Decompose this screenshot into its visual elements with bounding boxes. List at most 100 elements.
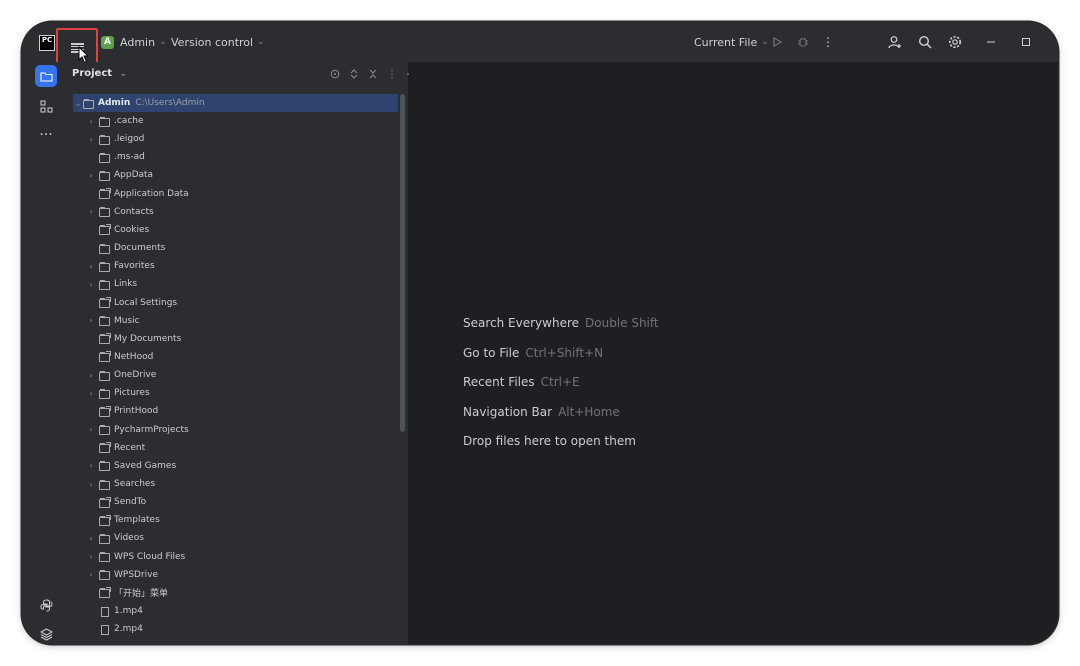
search-icon[interactable] (916, 33, 934, 51)
tree-row-label: Cookies (114, 224, 150, 235)
tree-row[interactable]: › Links (70, 275, 416, 293)
add-user-icon[interactable] (886, 33, 904, 51)
tree-row-label: OneDrive (114, 370, 157, 381)
run-config-selector[interactable]: Current File ⌄ (694, 22, 769, 62)
tree-row-label: Recent (114, 442, 146, 453)
maximize-icon[interactable] (1017, 33, 1035, 51)
more-tools-icon[interactable]: ··· (35, 124, 57, 146)
gear-icon[interactable] (946, 33, 964, 51)
tree-row[interactable]: › .leigod (70, 130, 416, 148)
editor-hint: Drop files here to open them (463, 434, 636, 448)
tree-row-label: Music (114, 315, 140, 326)
tree-row-label: .ms-ad (114, 152, 145, 163)
tree-row[interactable]: Cookies (70, 221, 416, 239)
tree-row-label: Searches (114, 479, 156, 489)
tree-row[interactable]: Recent (70, 439, 416, 457)
collapse-all-icon[interactable] (366, 67, 380, 81)
tree-row[interactable]: Local Settings (70, 294, 416, 312)
tree-row[interactable]: › Favorites (70, 257, 416, 275)
chevron-right-icon[interactable]: › (86, 316, 96, 325)
chevron-right-icon[interactable]: › (86, 552, 96, 561)
tree-row[interactable]: › Searches (70, 475, 416, 493)
tree-row[interactable]: PrintHood (70, 402, 416, 420)
chevron-right-icon[interactable]: › (86, 461, 96, 470)
tree-row-label: Favorites (114, 261, 155, 272)
more-actions-icon[interactable]: ⋮ (819, 33, 837, 51)
folder-icon (99, 134, 111, 145)
tree-row[interactable]: 「开始」菜单 (70, 584, 416, 602)
tree-row[interactable]: › Music (70, 312, 416, 330)
layers-icon (39, 627, 53, 641)
tree-row-label: AppData (114, 170, 154, 181)
folder-icon (99, 461, 111, 472)
tree-row[interactable]: › Pictures (70, 384, 416, 402)
python-console-button[interactable] (35, 594, 57, 616)
tree-row-label: PrintHood (114, 406, 159, 417)
debug-icon[interactable] (794, 33, 812, 51)
panel-options-icon[interactable]: ⋮ (385, 67, 399, 81)
tree-row[interactable]: 1.mp4 (70, 602, 416, 620)
python-icon (39, 598, 53, 611)
tree-row-label: PycharmProjects (114, 424, 189, 435)
chevron-right-icon[interactable]: › (86, 262, 96, 271)
pycharm-logo-icon: PC (39, 35, 55, 51)
chevron-right-icon[interactable]: › (86, 371, 96, 380)
tree-scrollbar[interactable] (400, 94, 405, 432)
chevron-right-icon[interactable]: › (86, 280, 96, 289)
tree-row[interactable]: Documents (70, 239, 416, 257)
folder-icon (99, 570, 111, 581)
chevron-right-icon[interactable]: › (86, 135, 96, 144)
tree-row-label: Application Data (114, 188, 189, 199)
tree-row-label: Pictures (114, 388, 150, 399)
chevron-right-icon[interactable]: › (86, 117, 96, 126)
folder-link-icon (99, 188, 111, 200)
project-switcher[interactable]: A Admin ⌄ (101, 22, 167, 62)
run-icon[interactable] (768, 33, 786, 51)
expand-all-icon[interactable] (347, 67, 361, 81)
folder-link-icon (99, 351, 111, 363)
tree-row[interactable]: NetHood (70, 348, 416, 366)
editor-area: Search Everywhere Double Shift Go to File C… (409, 62, 1058, 644)
folder-link-icon (99, 514, 111, 526)
tree-row[interactable]: › .cache (70, 112, 416, 130)
chevron-right-icon[interactable]: › (86, 480, 96, 489)
tree-row[interactable]: › PycharmProjects (70, 421, 416, 439)
folder-icon (99, 425, 111, 436)
folder-link-icon (99, 587, 111, 599)
tree-row[interactable]: › WPS Cloud Files (70, 548, 416, 566)
folder-icon (99, 261, 111, 272)
tree-row[interactable]: › Videos (70, 529, 416, 547)
chevron-right-icon[interactable]: › (86, 570, 96, 579)
locate-icon[interactable] (328, 67, 342, 81)
tree-row[interactable]: SendTo (70, 493, 416, 511)
tree-row[interactable]: › OneDrive (70, 366, 416, 384)
tree-row[interactable]: .ms-ad (70, 148, 416, 166)
chevron-down-icon[interactable]: ⌄ (73, 99, 83, 108)
tree-row[interactable]: Application Data (70, 185, 416, 203)
project-panel-title[interactable]: Project ⌄ (72, 68, 127, 79)
tree-row[interactable]: My Documents (70, 330, 416, 348)
tree-row[interactable]: › WPSDrive (70, 566, 416, 584)
tree-row[interactable]: › AppData (70, 166, 416, 184)
minimize-icon[interactable] (982, 33, 1000, 51)
hint-action: Search Everywhere (463, 316, 579, 330)
folder-icon (99, 552, 111, 563)
chevron-right-icon[interactable]: › (86, 389, 96, 398)
folder-icon (83, 98, 95, 109)
layers-tool-button[interactable] (35, 623, 57, 644)
vcs-widget[interactable]: Version control ⌄ (171, 22, 265, 62)
chevron-right-icon[interactable]: › (86, 171, 96, 180)
tree-root-row[interactable]: ⌄ Admin C:\Users\Admin (73, 94, 398, 112)
chevron-right-icon[interactable]: › (86, 534, 96, 543)
tree-row[interactable]: › Contacts (70, 203, 416, 221)
ide-window: PC A Admin ⌄ Version control ⌄ Current F… (22, 22, 1058, 644)
structure-tool-button[interactable] (35, 95, 57, 117)
folder-icon (39, 71, 53, 82)
tree-row-label: Links (114, 279, 138, 290)
tree-row[interactable]: › Saved Games (70, 457, 416, 475)
tree-row[interactable]: 2.mp4 (70, 620, 416, 638)
tree-row[interactable]: Templates (70, 511, 416, 529)
chevron-right-icon[interactable]: › (86, 207, 96, 216)
project-tool-button[interactable] (35, 65, 57, 87)
chevron-right-icon[interactable]: › (86, 425, 96, 434)
